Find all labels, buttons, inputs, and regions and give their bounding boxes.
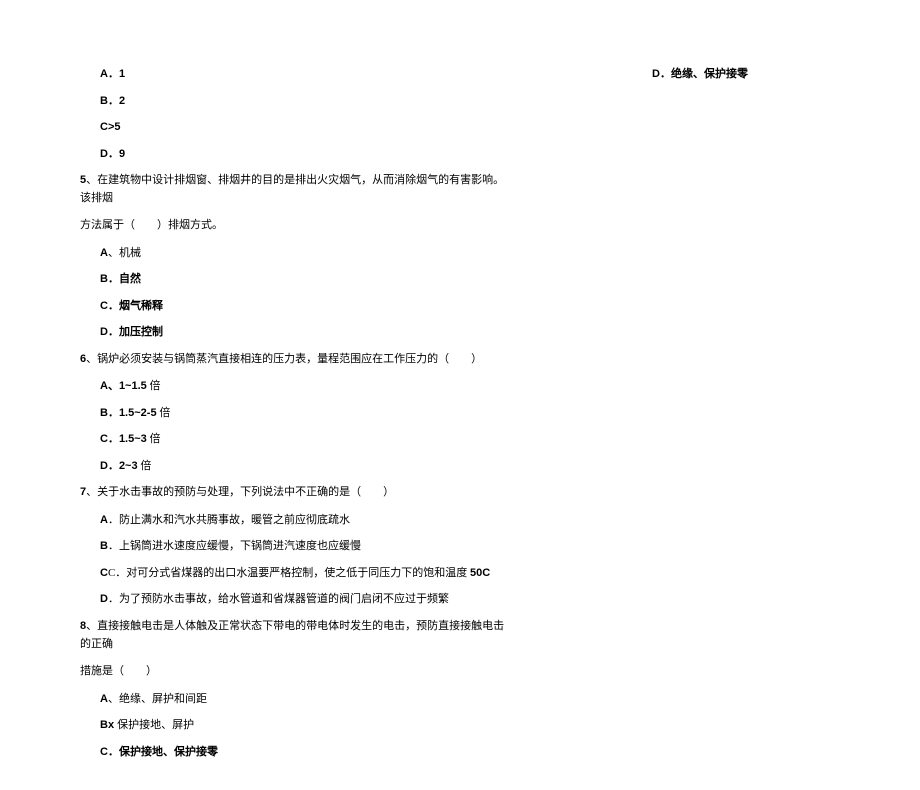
- option-letter: B: [100, 540, 108, 552]
- option-text: D．绝缘、保护接零: [652, 68, 748, 80]
- option-letter: D: [100, 593, 108, 605]
- option-num: 50C: [470, 567, 490, 579]
- option-text: C．1.5~3: [100, 433, 147, 445]
- option-text: 、绝缘、屏护和间距: [108, 693, 207, 705]
- option-suffix: 倍: [157, 407, 171, 419]
- question-text: 、锅炉必须安装与锅筒蒸汽直接相连的压力表，量程范围应在工作压力的（ ）: [86, 353, 482, 365]
- option-text: ．防止满水和汽水共腾事故，暖管之前应彻底疏水: [108, 514, 350, 526]
- question-7: 7、关于水击事故的预防与处理，下列说法中不正确的是（ ）: [80, 484, 510, 502]
- option-text: B．自然: [100, 273, 141, 285]
- right-column: D．绝缘、保护接零: [652, 56, 748, 93]
- question-8-cont: 措施是（ ）: [80, 663, 510, 681]
- q8-option-d-right: D．绝缘、保护接零: [652, 66, 748, 83]
- q8-option-c: C．保护接地、保护接零: [100, 744, 510, 761]
- option-letter: A: [100, 247, 108, 259]
- q4-option-c: C>5: [100, 119, 510, 136]
- option-text: ．为了预防水击事故，给水管道和省煤器管道的阀门启闭不应过于频繁: [108, 593, 449, 605]
- q8-option-a: A、绝缘、屏护和间距: [100, 691, 510, 708]
- option-letter: A: [100, 693, 108, 705]
- option-text: B．1.5~2-5: [100, 407, 157, 419]
- q7-option-d: D．为了预防水击事故，给水管道和省煤器管道的阀门启闭不应过于频繁: [100, 591, 510, 608]
- q5-option-a: A、机械: [100, 245, 510, 262]
- q6-option-d: D．2~3 倍: [100, 458, 510, 475]
- q4-option-b: B．2: [100, 93, 510, 110]
- q6-option-c: C．1.5~3 倍: [100, 431, 510, 448]
- q5-option-b: B．自然: [100, 271, 510, 288]
- option-suffix: 倍: [138, 460, 152, 472]
- question-text: 、在建筑物中设计排烟窗、排烟井的目的是排出火灾烟气，从而消除烟气的有害影响。该排…: [80, 174, 504, 204]
- option-text: A．1: [100, 68, 125, 80]
- option-suffix: 倍: [147, 380, 161, 392]
- option-letter: C: [100, 567, 108, 579]
- question-6: 6、锅炉必须安装与锅筒蒸汽直接相连的压力表，量程范围应在工作压力的（ ）: [80, 351, 510, 369]
- q5-option-d: D．加压控制: [100, 324, 510, 341]
- option-text: ．上锅筒进水速度应缓慢，下锅筒进汽速度也应缓慢: [108, 540, 361, 552]
- option-text: 、机械: [108, 247, 141, 259]
- option-text: 保护接地、屏护: [117, 719, 194, 731]
- option-text: C．烟气稀释: [100, 300, 163, 312]
- q8-option-b: Bx 保护接地、屏护: [100, 717, 510, 734]
- q6-option-b: B．1.5~2-5 倍: [100, 405, 510, 422]
- q7-option-a: A．防止满水和汽水共腾事故，暖管之前应彻底疏水: [100, 512, 510, 529]
- q5-option-c: C．烟气稀释: [100, 298, 510, 315]
- q7-option-c: CC．对可分式省煤器的出口水温要严格控制，使之低于同压力下的饱和温度 50C: [100, 565, 510, 582]
- option-text: C．对可分式省煤器的出口水温要严格控制，使之低于同压力下的饱和温度: [108, 567, 470, 579]
- q4-option-d: D．9: [100, 146, 510, 163]
- question-8: 8、直接接触电击是人体触及正常状态下带电的带电体时发生的电击，预防直接接触电击的…: [80, 618, 510, 653]
- option-text: C>5: [100, 121, 121, 133]
- question-5-cont: 方法属于（ ）排烟方式。: [80, 217, 510, 235]
- option-text: A、1~1.5: [100, 380, 147, 392]
- option-text: C．保护接地、保护接零: [100, 746, 218, 758]
- question-5: 5、在建筑物中设计排烟窗、排烟井的目的是排出火灾烟气，从而消除烟气的有害影响。该…: [80, 172, 510, 207]
- question-text: 、直接接触电击是人体触及正常状态下带电的带电体时发生的电击，预防直接接触电击的正…: [80, 620, 504, 650]
- option-text: D．9: [100, 148, 125, 160]
- q6-option-a: A、1~1.5 倍: [100, 378, 510, 395]
- option-text: D．加压控制: [100, 326, 163, 338]
- q7-option-b: B．上锅筒进水速度应缓慢，下锅筒进汽速度也应缓慢: [100, 538, 510, 555]
- question-text: 、关于水击事故的预防与处理，下列说法中不正确的是（ ）: [86, 486, 394, 498]
- q4-option-a: A．1: [100, 66, 510, 83]
- option-text: B．2: [100, 95, 125, 107]
- option-letter: A: [100, 514, 108, 526]
- option-pre: Bx: [100, 719, 117, 731]
- option-suffix: 倍: [147, 433, 161, 445]
- page-content: A．1 B．2 C>5 D．9 5、在建筑物中设计排烟窗、排烟井的目的是排出火灾…: [0, 0, 590, 790]
- option-text: D．2~3: [100, 460, 138, 472]
